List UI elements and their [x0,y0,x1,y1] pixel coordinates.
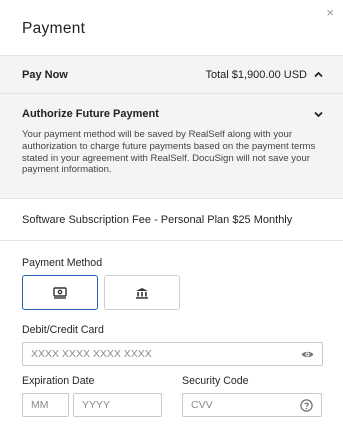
close-icon[interactable]: × [326,6,334,19]
payment-form: Payment Method Debit/Credit Card XXXX XX… [0,241,343,417]
year-placeholder: YYYY [82,399,111,411]
pay-now-label: Pay Now [22,68,68,81]
help-icon[interactable] [300,398,313,412]
authorize-header[interactable]: Authorize Future Payment [22,108,323,120]
cvv-placeholder: CVV [191,399,213,411]
payment-header: Payment [0,0,343,56]
authorize-section: Authorize Future Payment Your payment me… [0,94,343,199]
card-icon [53,286,67,299]
card-number-placeholder: XXXX XXXX XXXX XXXX [31,348,152,360]
expiry-security-row: Expiration Date MM YYYY Security Code CV… [22,375,323,417]
payment-method-options [22,275,323,310]
expiration-inputs: MM YYYY [22,393,182,417]
expiration-group: Expiration Date MM YYYY [22,375,182,417]
security-code-label: Security Code [182,375,249,387]
bank-method-button[interactable] [104,275,180,310]
total-amount: Total $1,900.00 USD [205,68,307,81]
card-number-field[interactable]: XXXX XXXX XXXX XXXX [22,342,323,366]
authorize-description: Your payment method will be saved by Rea… [22,129,316,176]
bank-icon [136,287,148,299]
pay-now-section[interactable]: Pay Now Total $1,900.00 USD [0,56,343,94]
authorize-title: Authorize Future Payment [22,108,159,120]
pay-now-total-group[interactable]: Total $1,900.00 USD [205,69,323,81]
page-title: Payment [22,20,86,37]
subscription-line: Software Subscription Fee - Personal Pla… [0,199,343,241]
eye-icon[interactable] [301,350,314,359]
card-method-button[interactable] [22,275,98,310]
chevron-up-icon[interactable] [314,71,323,78]
expiration-month-field[interactable]: MM [22,393,69,417]
payment-method-label: Payment Method [22,257,103,269]
expiration-label: Expiration Date [22,375,95,387]
payment-panel: × Payment Pay Now Total $1,900.00 USD Au… [0,0,343,433]
security-group: Security Code CVV [182,375,323,417]
chevron-down-icon[interactable] [314,111,323,118]
security-code-field[interactable]: CVV [182,393,322,417]
expiration-year-field[interactable]: YYYY [73,393,162,417]
card-field-label: Debit/Credit Card [22,324,104,336]
month-placeholder: MM [31,399,49,411]
